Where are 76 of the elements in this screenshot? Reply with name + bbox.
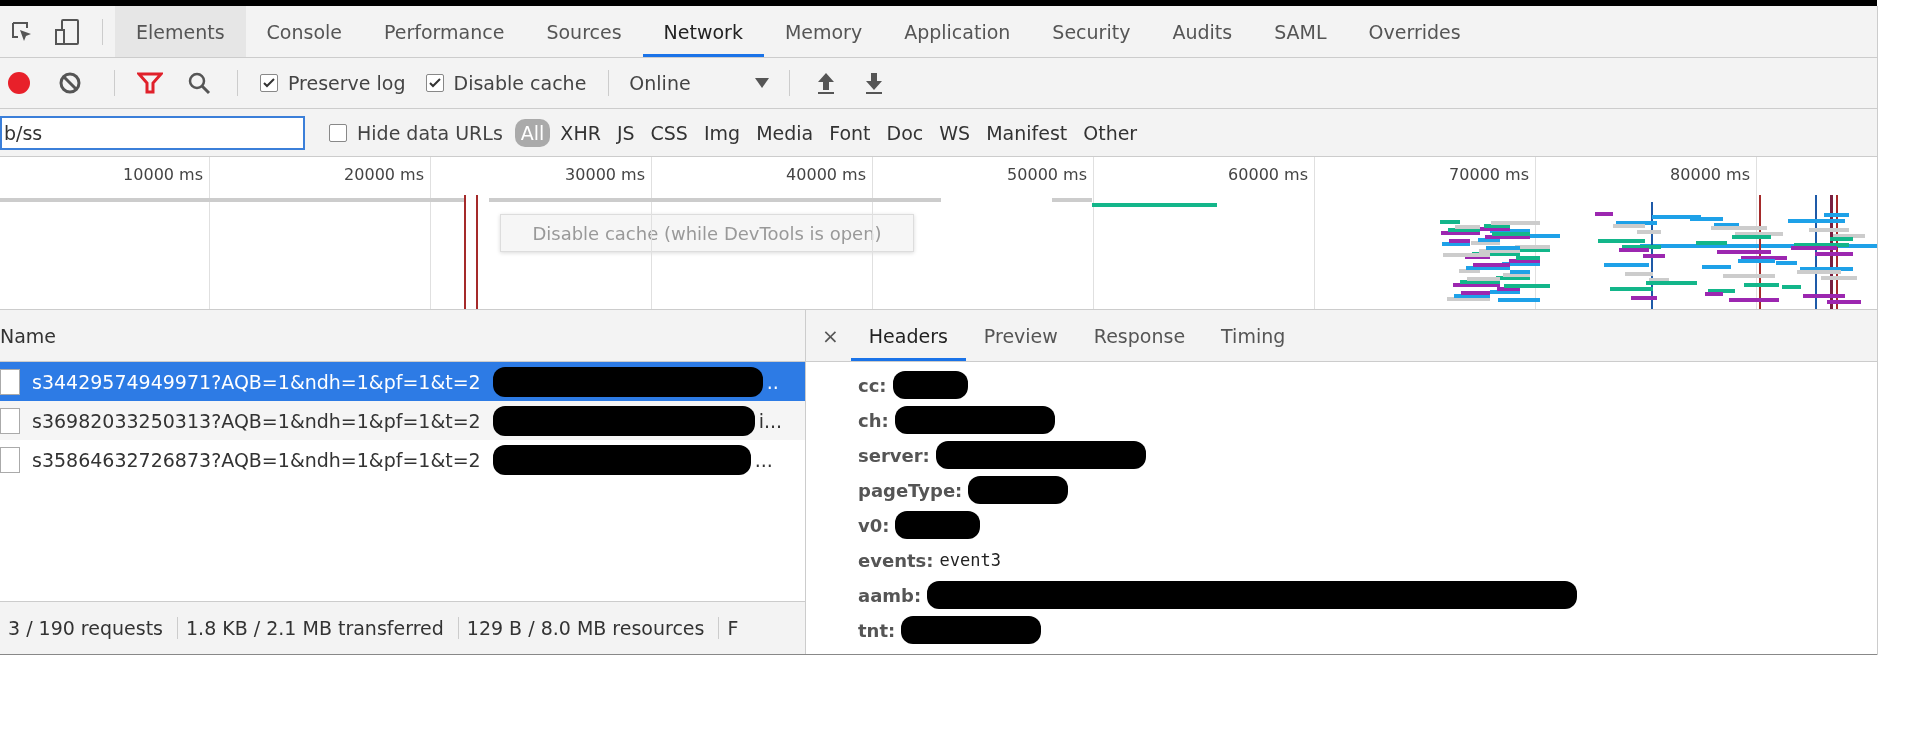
status-text: F — [726, 617, 740, 639]
checkbox[interactable] — [329, 123, 347, 142]
request-row[interactable]: s34429574949971?AQB=1&ndh=1&pf=1&t=2 .. — [0, 362, 805, 401]
request-name: s34429574949971?AQB=1&ndh=1&pf=1&t=2 — [32, 370, 481, 393]
type-filter-button[interactable]: JS — [610, 118, 641, 147]
checkbox[interactable] — [260, 74, 278, 92]
checkbox[interactable] — [425, 74, 444, 92]
hide-data-urls-checkbox[interactable]: Hide data URLs — [329, 121, 503, 144]
ellipsis: i... — [758, 409, 783, 432]
details-tab[interactable]: Headers — [850, 310, 966, 361]
status-text: 3 / 190 requests — [0, 617, 178, 639]
type-filter-button[interactable]: WS — [933, 118, 977, 147]
download-icon[interactable] — [864, 71, 885, 95]
header-key: events: — [858, 549, 934, 571]
panel-tab[interactable]: Application — [883, 6, 1032, 57]
header-key: cc: — [858, 374, 887, 396]
request-name: s35864632726873?AQB=1&ndh=1&pf=1&t=2 — [32, 448, 481, 471]
status-text: 1.8 KB / 2.1 MB transferred — [178, 617, 459, 639]
panel-tab[interactable]: Sources — [525, 6, 643, 57]
type-filter-button[interactable]: Manifest — [980, 118, 1074, 147]
header-key: tnt: — [858, 619, 896, 641]
ellipsis: ... — [754, 448, 773, 471]
time-tick-label: 20000 ms — [344, 164, 425, 184]
filter-icon[interactable] — [137, 71, 163, 95]
header-key: aamb: — [858, 584, 922, 606]
filter-field[interactable]: b/ss — [0, 115, 305, 150]
time-tick-label: 30000 ms — [565, 164, 646, 184]
panel-tab[interactable]: Performance — [363, 6, 526, 57]
panel-tab[interactable]: Memory — [763, 6, 884, 57]
time-tick-label: 50000 ms — [1007, 164, 1088, 184]
panel-tab[interactable]: Console — [245, 6, 363, 57]
time-tick-label: 80000 ms — [1670, 164, 1751, 184]
upload-icon[interactable] — [816, 71, 837, 95]
details-tab[interactable]: Response — [1075, 310, 1204, 361]
header-key: pageType: — [858, 479, 963, 501]
panel-tab[interactable]: SAML — [1253, 6, 1348, 57]
panel-tab[interactable]: Overrides — [1347, 6, 1482, 57]
header-key: ch: — [858, 409, 889, 431]
header-key: server: — [858, 444, 930, 466]
file-icon — [0, 407, 20, 434]
type-filter-button[interactable]: XHR — [554, 118, 607, 147]
panel-tab[interactable]: Security — [1031, 6, 1152, 57]
time-tick-label: 40000 ms — [786, 164, 867, 184]
disable-cache-checkbox[interactable]: Disable cache — [425, 72, 587, 94]
details-tab[interactable]: Timing — [1203, 310, 1304, 361]
column-header: Name — [0, 324, 57, 347]
time-tick-label: 10000 ms — [123, 164, 204, 184]
details-tab[interactable]: Preview — [965, 310, 1076, 361]
dropdown-arrow-icon — [755, 78, 770, 88]
time-tick-label: 70000 ms — [1449, 164, 1530, 184]
clear-icon[interactable] — [58, 71, 82, 95]
file-icon — [0, 368, 20, 395]
panel-tab[interactable]: Elements — [115, 6, 246, 57]
time-tick-label: 60000 ms — [1228, 164, 1309, 184]
throttling-dropdown[interactable]: Online — [621, 72, 778, 94]
header-key: v0: — [858, 514, 890, 536]
panel-tab[interactable]: Audits — [1151, 6, 1254, 57]
search-icon[interactable] — [187, 71, 211, 95]
file-icon — [0, 446, 20, 473]
header-value: event3 — [939, 550, 1001, 570]
status-text: 129 B / 8.0 MB resources — [458, 617, 720, 639]
close-icon[interactable]: × — [822, 323, 839, 348]
type-filter-button[interactable]: Media — [750, 118, 820, 147]
type-filter-button[interactable]: Img — [697, 118, 747, 147]
tooltip: Disable cache (while DevTools is open) — [500, 214, 914, 252]
type-filter-button[interactable]: Doc — [880, 118, 930, 147]
request-name: s36982033250313?AQB=1&ndh=1&pf=1&t=2 — [32, 409, 481, 432]
record-icon[interactable] — [7, 71, 31, 95]
preserve-log-checkbox[interactable]: Preserve log — [260, 72, 406, 94]
type-filter-button[interactable]: Other — [1077, 118, 1144, 147]
type-filter-button[interactable]: CSS — [644, 118, 694, 147]
request-row[interactable]: s36982033250313?AQB=1&ndh=1&pf=1&t=2 i... — [0, 401, 805, 440]
device-toolbar-icon[interactable] — [54, 17, 80, 46]
type-filter-button[interactable]: Font — [823, 118, 877, 147]
panel-tab[interactable]: Network — [642, 6, 764, 57]
ellipsis: .. — [766, 370, 779, 393]
